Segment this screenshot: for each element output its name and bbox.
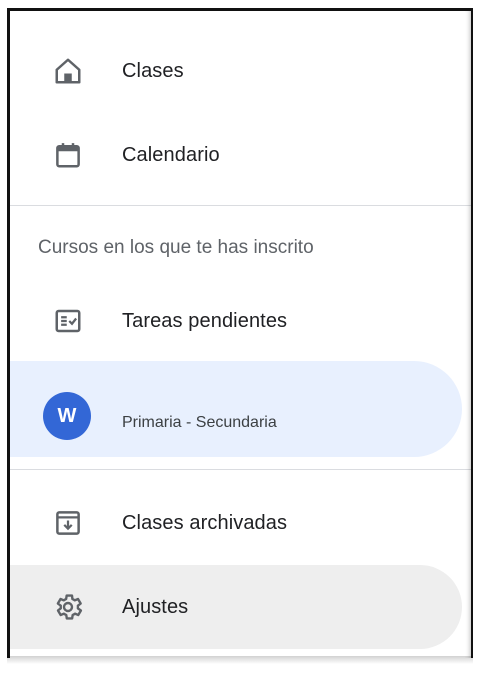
nav-item-enrolled-class[interactable]: W Primaria - Secundaria [10, 361, 462, 457]
nav-item-todo[interactable]: Tareas pendientes [10, 279, 462, 363]
nav-item-calendar-label: Calendario [122, 143, 220, 166]
section-header-enrolled: Cursos en los que te has inscrito [38, 237, 314, 258]
nav-item-classes-label: Clases [122, 59, 184, 82]
bottom-shadow [7, 656, 473, 664]
nav-item-calendar[interactable]: Calendario [10, 113, 462, 197]
nav-item-settings[interactable]: Ajustes [10, 565, 462, 649]
archive-icon [50, 505, 86, 541]
navigation-drawer: Clases Calendario Cursos en los que te h… [7, 8, 473, 658]
gear-icon [50, 589, 86, 625]
nav-item-archived[interactable]: Clases archivadas [10, 481, 462, 565]
class-avatar: W [43, 392, 91, 440]
divider [10, 205, 471, 206]
divider [10, 469, 471, 470]
calendar-icon [50, 137, 86, 173]
nav-item-archived-label: Clases archivadas [122, 511, 288, 534]
checklist-icon [50, 303, 86, 339]
home-icon [50, 53, 86, 89]
nav-item-settings-label: Ajustes [122, 595, 189, 618]
nav-item-todo-label: Tareas pendientes [122, 309, 288, 332]
class-subtitle: Primaria - Secundaria [122, 414, 277, 431]
nav-item-classes[interactable]: Clases [10, 29, 462, 113]
